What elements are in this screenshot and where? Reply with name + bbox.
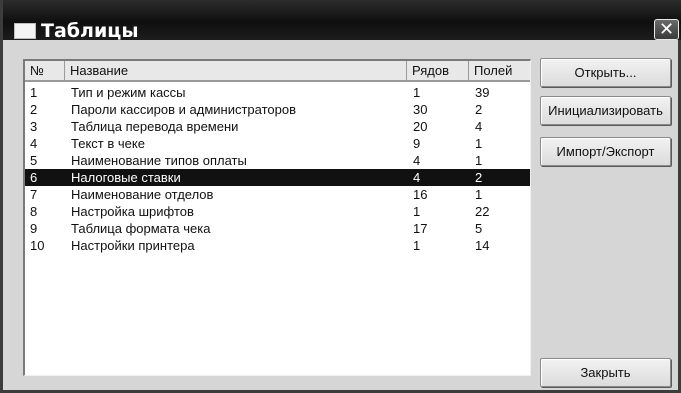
row-rows-count: 17 [413,221,428,236]
table-row[interactable]: 2 Пароли кассиров и администраторов 30 2 [25,101,530,118]
row-name: Настройка шрифтов [71,204,194,219]
table-row[interactable]: 4 Текст в чеке 9 1 [25,135,530,152]
row-num: 7 [30,187,38,202]
row-num: 4 [30,136,38,151]
header-num[interactable]: № [25,61,65,81]
tables-list[interactable]: № Название Рядов Полей 1 Тип и режим касс… [23,59,531,376]
row-fields-count: 14 [475,238,490,253]
row-num: 5 [30,153,38,168]
row-fields-count: 39 [475,85,490,100]
row-rows-count: 30 [413,102,428,117]
row-fields-count: 1 [475,187,483,202]
header-name[interactable]: Название [65,61,407,81]
table-row[interactable]: 6 Налоговые ставки 4 2 [25,169,530,186]
row-num: 6 [30,170,38,185]
open-button[interactable]: Открыть... [540,58,671,87]
row-name: Настройки принтера [71,238,195,253]
row-fields-count: 1 [475,136,483,151]
header-rows[interactable]: Рядов [407,61,469,81]
initialize-button[interactable]: Инициализировать [540,96,671,125]
row-fields-count: 2 [475,102,483,117]
row-name: Пароли кассиров и администраторов [71,102,297,117]
row-num: 10 [30,238,45,253]
table-row[interactable]: 1 Тип и режим кассы 1 39 [25,84,530,101]
header-cols[interactable]: Полей [469,61,530,81]
row-rows-count: 16 [413,187,428,202]
row-fields-count: 4 [475,119,483,134]
table-row[interactable]: 9 Таблица формата чека 17 5 [25,220,530,237]
row-name: Наименование типов оплаты [71,153,247,168]
table-row[interactable]: 5 Наименование типов оплаты 4 1 [25,152,530,169]
row-fields-count: 1 [475,153,483,168]
table-row[interactable]: 3 Таблица перевода времени 20 4 [25,118,530,135]
row-fields-count: 2 [475,170,483,185]
table-row[interactable]: 7 Наименование отделов 16 1 [25,186,530,203]
row-name: Таблица формата чека [71,221,211,236]
row-num: 1 [30,85,38,100]
close-button[interactable]: Закрыть [540,358,671,387]
row-rows-count: 4 [413,153,421,168]
row-num: 2 [30,102,38,117]
window-icon [14,23,36,39]
row-num: 9 [30,221,38,236]
row-name: Текст в чеке [71,136,145,151]
row-name: Налоговые ставки [71,170,181,185]
list-header: № Название Рядов Полей [25,61,530,82]
row-name: Таблица перевода времени [71,119,239,134]
row-rows-count: 1 [413,85,421,100]
row-rows-count: 1 [413,204,421,219]
row-name: Наименование отделов [71,187,214,202]
row-rows-count: 20 [413,119,428,134]
row-rows-count: 1 [413,238,421,253]
row-num: 8 [30,204,38,219]
table-row[interactable]: 10 Настройки принтера 1 14 [25,237,530,254]
window-title: Таблицы [41,20,139,42]
row-name: Тип и режим кассы [71,85,186,100]
tables-dialog: Таблицы ✕ № Название Рядов Полей 1 Тип и … [0,0,681,393]
table-row[interactable]: 8 Настройка шрифтов 1 22 [25,203,530,220]
title-bar[interactable]: Таблицы ✕ [3,0,681,42]
row-num: 3 [30,119,38,134]
row-rows-count: 9 [413,136,421,151]
close-icon[interactable]: ✕ [654,19,679,40]
row-fields-count: 22 [475,204,490,219]
row-rows-count: 4 [413,170,421,185]
import-export-button[interactable]: Импорт/Экспорт [540,137,671,166]
row-fields-count: 5 [475,221,483,236]
